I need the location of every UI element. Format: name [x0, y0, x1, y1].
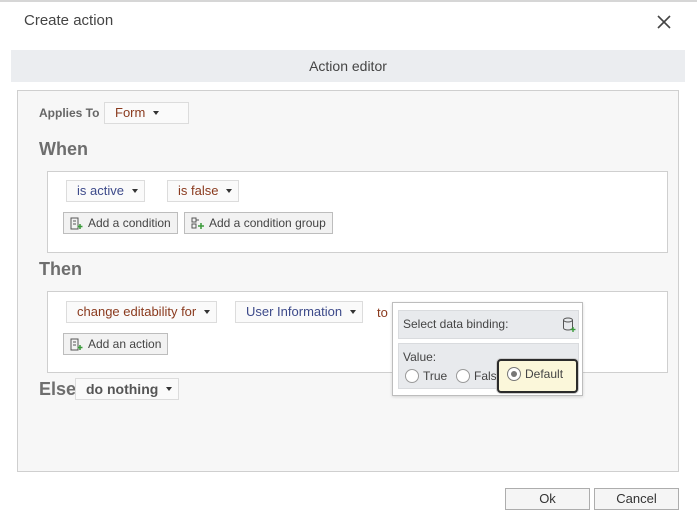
- add-action-button[interactable]: Add an action: [63, 333, 169, 355]
- ok-button[interactable]: Ok: [505, 488, 590, 510]
- data-binding-title: Select data binding:: [403, 317, 509, 331]
- condition-operator-dropdown[interactable]: is false: [167, 180, 240, 202]
- action-dropdown[interactable]: change editability for: [66, 301, 218, 323]
- applies-to-value: Form: [115, 105, 146, 120]
- condition-subject-dropdown[interactable]: is active: [66, 180, 145, 202]
- else-action-value: do nothing: [86, 381, 159, 397]
- create-action-dialog: Create action Action editor Applies To F…: [0, 0, 697, 518]
- chevron-down-icon: [131, 188, 138, 193]
- add-condition-group-icon: [191, 217, 204, 229]
- to-label: to: [377, 305, 388, 320]
- chevron-down-icon: [166, 387, 173, 392]
- chevron-down-icon: [153, 110, 160, 115]
- radio-circle-default: [507, 366, 521, 381]
- else-action-dropdown[interactable]: do nothing: [75, 378, 180, 400]
- radio-circle-false: [456, 368, 470, 383]
- applies-to-dropdown[interactable]: Form: [104, 102, 189, 124]
- add-condition-icon: [70, 217, 83, 230]
- add-condition-group-button[interactable]: Add a condition group: [184, 212, 333, 234]
- database-add-icon[interactable]: [562, 317, 576, 333]
- add-action-label: Add an action: [88, 337, 162, 351]
- add-condition-label: Add a condition: [88, 216, 171, 230]
- when-title: When: [39, 139, 88, 159]
- radio-circle-true: [405, 368, 419, 383]
- add-action-icon: [70, 338, 83, 351]
- condition-operator-value: is false: [178, 183, 219, 198]
- dialog-titlebar: Create action: [0, 2, 697, 42]
- chevron-down-icon: [226, 188, 233, 193]
- chevron-down-icon: [204, 309, 211, 314]
- action-editor-panel: Applies To Form When is active is false …: [17, 90, 679, 472]
- cancel-button[interactable]: Cancel: [594, 488, 679, 510]
- else-title: Else: [39, 379, 77, 399]
- radio-true[interactable]: True: [405, 368, 447, 386]
- add-condition-group-label: Add a condition group: [209, 216, 326, 230]
- close-icon[interactable]: [652, 10, 676, 34]
- action-editor-header: Action editor: [11, 50, 685, 82]
- chevron-down-icon: [350, 309, 357, 314]
- target-value: User Information: [246, 304, 343, 319]
- action-value: change editability for: [77, 304, 197, 319]
- value-label: Value:: [403, 350, 437, 364]
- when-box: is active is false Add a condition Add a…: [47, 171, 668, 253]
- dialog-title: Create action: [24, 12, 114, 29]
- add-condition-button[interactable]: Add a condition: [63, 212, 178, 234]
- then-title: Then: [39, 259, 82, 279]
- target-dropdown[interactable]: User Information: [235, 301, 364, 323]
- radio-default-label: Default: [525, 367, 564, 381]
- applies-to-label: Applies To: [39, 106, 100, 120]
- data-binding-header: Select data binding:: [398, 310, 579, 339]
- radio-true-label: True: [423, 369, 448, 383]
- condition-subject-value: is active: [77, 183, 124, 198]
- radio-default[interactable]: Default: [507, 366, 563, 384]
